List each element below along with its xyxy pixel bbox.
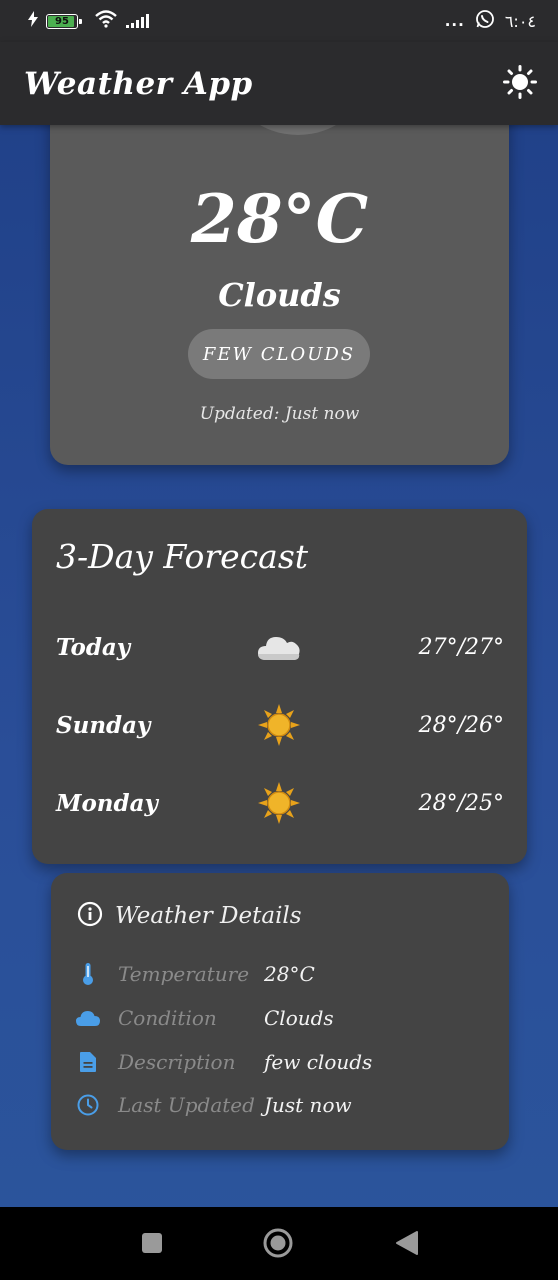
recents-button[interactable] [141, 1232, 163, 1258]
sun-icon [254, 700, 304, 750]
sun-icon [503, 64, 537, 103]
detail-value: Clouds [264, 1006, 334, 1030]
cloud-icon [254, 622, 304, 672]
updated-text: Updated: Just now [199, 404, 360, 424]
cloud-icon [75, 1005, 101, 1031]
weather-details-card: Weather Details Temperature 28°C Conditi… [51, 873, 509, 1150]
detail-label: Condition [118, 1006, 217, 1030]
details-title: Weather Details [115, 903, 302, 929]
detail-label: Last Updated [118, 1093, 255, 1117]
document-icon [75, 1049, 101, 1075]
description-badge: FEW CLOUDS [188, 329, 370, 379]
theme-toggle-button[interactable] [502, 64, 538, 103]
forecast-temps: 28°/26° [418, 712, 504, 738]
current-temperature: 28°C [190, 180, 369, 258]
detail-label: Description [118, 1050, 236, 1074]
info-icon [77, 901, 103, 931]
detail-row: Last Updated Just now [75, 1090, 485, 1120]
app-title: Weather App [24, 65, 253, 102]
detail-label: Temperature [118, 962, 250, 986]
charging-icon [28, 11, 38, 31]
forecast-temps: 27°/27° [418, 634, 504, 660]
system-nav-bar [0, 1207, 558, 1280]
forecast-title: 3-Day Forecast [56, 537, 309, 576]
current-weather-card: 28°C Clouds FEW CLOUDS Updated: Just now [50, 80, 509, 465]
status-right: ... ٦:٠٤ [445, 9, 536, 33]
clock-icon [75, 1092, 101, 1118]
back-triangle-icon [395, 1230, 419, 1260]
home-circle-icon [263, 1228, 293, 1262]
more-indicator: ... [444, 12, 465, 30]
signal-icon [126, 14, 149, 28]
status-bar: 95 ... ٦:٠٤ [0, 0, 558, 42]
forecast-row: Monday 28°/25° [56, 778, 504, 828]
thermometer-icon [75, 961, 101, 987]
back-button[interactable] [395, 1230, 419, 1260]
detail-value: 28°C [264, 962, 315, 986]
forecast-row: Today 27°/27° [56, 622, 504, 672]
forecast-day: Today [56, 633, 131, 661]
square-icon [141, 1232, 163, 1258]
details-header: Weather Details [77, 901, 302, 931]
forecast-day: Monday [56, 789, 158, 817]
whatsapp-icon [475, 9, 495, 33]
battery-level: 95 [55, 15, 69, 27]
detail-row: Condition Clouds [75, 1003, 485, 1033]
forecast-temps: 28°/25° [418, 790, 504, 816]
forecast-row: Sunday 28°/26° [56, 700, 504, 750]
detail-value: few clouds [264, 1050, 373, 1074]
sun-icon [254, 778, 304, 828]
app-bar: Weather App [0, 42, 558, 125]
forecast-day: Sunday [56, 711, 151, 739]
clock-time: ٦:٠٤ [504, 11, 536, 31]
detail-value: Just now [264, 1093, 352, 1117]
wifi-icon [94, 10, 118, 32]
status-left: 95 [28, 10, 149, 32]
detail-row: Temperature 28°C [75, 959, 485, 989]
home-button[interactable] [263, 1228, 293, 1262]
current-condition: Clouds [218, 276, 341, 314]
battery-indicator: 95 [46, 13, 82, 29]
forecast-card: 3-Day Forecast Today 27°/27° Sunday 28°/… [32, 509, 527, 864]
detail-row: Description few clouds [75, 1047, 485, 1077]
